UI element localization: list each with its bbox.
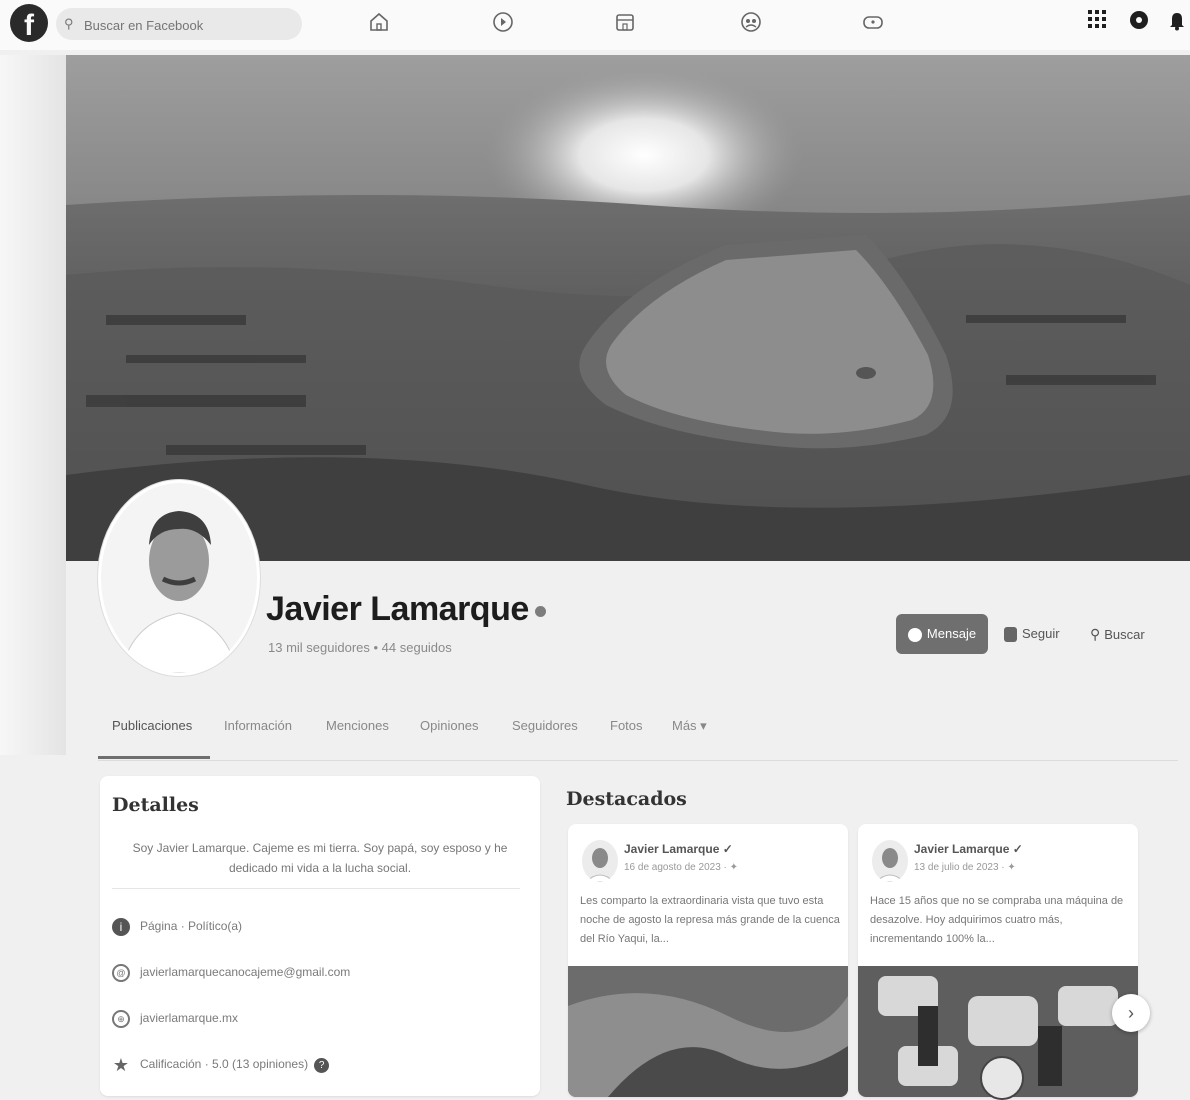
- facebook-logo[interactable]: f: [10, 4, 48, 42]
- post-text: Hace 15 años que no se compraba una máqu…: [870, 895, 1124, 945]
- email-icon: @: [112, 964, 130, 982]
- help-icon[interactable]: ?: [314, 1057, 330, 1073]
- profile-search-label: Buscar: [1104, 626, 1145, 642]
- search-icon: ⚲: [64, 16, 74, 31]
- star-icon: ★: [112, 1055, 130, 1075]
- message-button[interactable]: Mensaje: [896, 614, 988, 654]
- tab-publicaciones[interactable]: Publicaciones: [112, 718, 192, 733]
- profile-name-text: Javier Lamarque: [266, 590, 529, 628]
- bio-divider: [112, 888, 520, 889]
- website-text[interactable]: javierlamarque.mx: [140, 1011, 238, 1025]
- post-date: 16 de agosto de 2023 · ✦: [624, 862, 739, 873]
- tab-seguidores[interactable]: Seguidores: [512, 718, 578, 733]
- rating-text: Calificación · 5.0 (13 opiniones): [140, 1057, 309, 1072]
- chevron-right-icon[interactable]: ›: [1112, 994, 1150, 1032]
- post-author-name[interactable]: Javier Lamarque ✓: [624, 842, 733, 856]
- tab-informacion[interactable]: Información: [224, 718, 292, 733]
- rating-row: ★ Calificación · 5.0 (13 opiniones)?: [112, 1055, 330, 1075]
- home-icon[interactable]: [366, 10, 392, 36]
- post-image[interactable]: [568, 966, 848, 1097]
- page-type-row: i Página · Político(a): [112, 918, 242, 936]
- top-navigation-bar: f ⚲: [0, 0, 1190, 50]
- website-row[interactable]: ⊕ javierlamarque.mx: [112, 1010, 238, 1028]
- tab-fotos[interactable]: Fotos: [610, 718, 643, 733]
- bio-text: Soy Javier Lamarque. Cajeme es mi tierra…: [132, 841, 508, 875]
- tab-menciones[interactable]: Menciones: [326, 718, 389, 733]
- cover-photo[interactable]: [66, 55, 1190, 561]
- post-author-name[interactable]: Javier Lamarque ✓: [914, 842, 1023, 856]
- email-row[interactable]: @ javierlamarquecanocajeme@gmail.com: [112, 964, 350, 982]
- verified-badge-icon: [534, 605, 546, 617]
- video-play-icon[interactable]: [980, 1056, 1024, 1100]
- profile-avatar[interactable]: [98, 480, 260, 676]
- follow-button-label: Seguir: [1022, 625, 1060, 641]
- profile-search-button[interactable]: ⚲ Buscar: [1084, 616, 1174, 652]
- active-tab-indicator: [98, 756, 210, 759]
- post-date: 13 de julio de 2023 · ✦: [914, 862, 1016, 873]
- highlights-title: Destacados: [566, 788, 687, 810]
- highlight-card[interactable]: Javier Lamarque ✓ 16 de agosto de 2023 ·…: [568, 824, 848, 1097]
- tabs-divider: [98, 760, 1178, 761]
- follow-button[interactable]: Seguir: [998, 616, 1076, 652]
- tab-opiniones[interactable]: Opiniones: [420, 718, 479, 733]
- email-text[interactable]: javierlamarquecanocajeme@gmail.com: [140, 965, 350, 979]
- bell-icon[interactable]: [1166, 9, 1188, 31]
- page-side-shade: [0, 55, 66, 755]
- info-icon: i: [112, 918, 130, 936]
- follow-icon: [1004, 627, 1017, 643]
- post-author-avatar: [582, 840, 618, 882]
- details-title: Detalles: [112, 794, 199, 816]
- marketplace-icon[interactable]: [612, 10, 638, 36]
- details-card: Detalles Soy Javier Lamarque. Cajeme es …: [100, 776, 540, 1096]
- groups-icon[interactable]: [738, 10, 764, 36]
- profile-name: Javier Lamarque: [266, 590, 546, 629]
- grid-menu-icon[interactable]: [1086, 9, 1108, 31]
- watch-icon[interactable]: [490, 10, 516, 36]
- search-box[interactable]: ⚲: [56, 8, 302, 40]
- page-type-text: Página · Político(a): [140, 919, 243, 934]
- messenger-small-icon: [907, 627, 922, 642]
- globe-icon: ⊕: [112, 1010, 130, 1028]
- gaming-icon[interactable]: [860, 10, 886, 36]
- follower-count[interactable]: 13 mil seguidores • 44 seguidos: [268, 640, 452, 655]
- post-author-avatar: [872, 840, 908, 882]
- post-text: Les comparto la extraordinaria vista que…: [580, 895, 840, 945]
- message-button-label: Mensaje: [926, 626, 977, 642]
- search-icon: ⚲: [1090, 625, 1101, 642]
- messenger-icon[interactable]: [1128, 9, 1150, 31]
- search-input[interactable]: [82, 14, 296, 36]
- tab-mas[interactable]: Más ▾: [672, 718, 707, 734]
